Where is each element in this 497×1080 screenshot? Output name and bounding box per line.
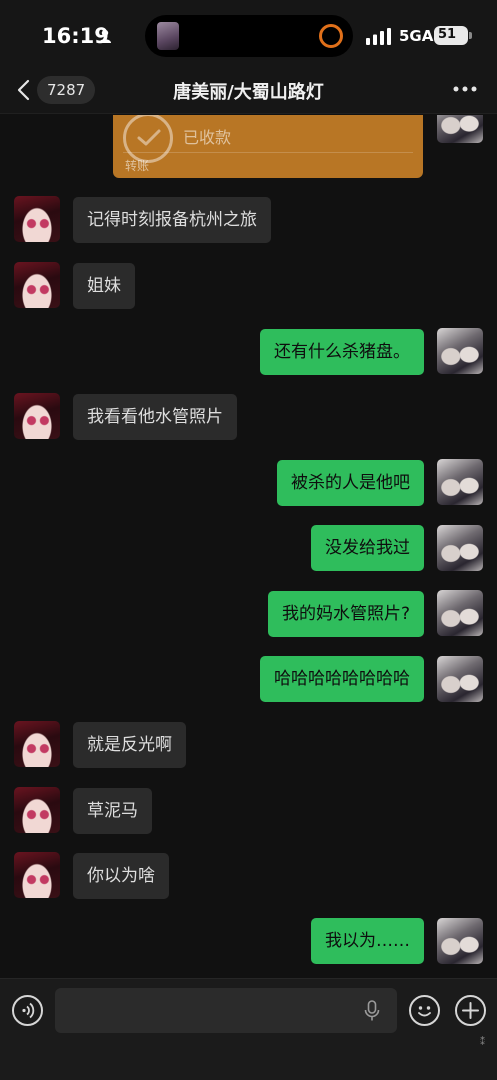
now-playing-thumbnail — [157, 22, 179, 50]
my-avatar[interactable] — [437, 656, 483, 702]
activity-ring-icon — [319, 24, 343, 48]
my-avatar[interactable] — [437, 590, 483, 636]
message-bubble-received[interactable]: 就是反光啊 — [73, 722, 186, 768]
contact-avatar[interactable] — [14, 852, 60, 898]
my-avatar[interactable] — [437, 525, 483, 571]
battery-level: 51 — [437, 27, 457, 42]
mic-icon[interactable] — [364, 1000, 380, 1022]
chat-title: 唐美丽/大蜀山路灯 — [173, 82, 324, 103]
message-bubble-sent[interactable]: 我以为…… — [311, 918, 424, 964]
battery-tip — [469, 32, 472, 39]
message-bubble-sent[interactable]: 我的妈水管照片? — [267, 591, 424, 637]
my-avatar[interactable] — [437, 115, 483, 143]
corner-watermark: ⁑ — [480, 1037, 485, 1048]
message-bubble-sent[interactable]: 被杀的人是他吧 — [277, 460, 424, 506]
emoji-icon[interactable] — [409, 995, 440, 1026]
input-bar: ⁑ — [0, 978, 497, 1080]
divider — [123, 152, 413, 153]
battery-icon: 51 — [434, 26, 468, 45]
message-bubble-sent[interactable]: 哈哈哈哈哈哈哈哈 — [260, 656, 424, 702]
transfer-card[interactable]: 已收款 转账 — [113, 115, 423, 178]
message-input[interactable] — [55, 988, 397, 1033]
signal-icon — [366, 28, 391, 45]
message-bubble-received[interactable]: 草泥马 — [73, 788, 152, 834]
message-bubble-received[interactable]: 你以为啥 — [73, 853, 169, 899]
message-bubble-sent[interactable]: 还有什么杀猪盘。 — [260, 329, 424, 375]
my-avatar[interactable] — [437, 459, 483, 505]
message-list[interactable]: 已收款 转账 记得时刻报备杭州之旅 姐妹 还有什么杀猪盘。 我看看他水管照片 被… — [0, 115, 497, 978]
my-avatar[interactable] — [437, 328, 483, 374]
chat-header: 7287 唐美丽/大蜀山路灯 — [0, 70, 497, 114]
message-bubble-received[interactable]: 我看看他水管照片 — [73, 394, 237, 440]
message-bubble-received[interactable]: 记得时刻报备杭州之旅 — [73, 197, 271, 243]
contact-avatar[interactable] — [14, 393, 60, 439]
contact-avatar[interactable] — [14, 721, 60, 767]
transfer-status: 已收款 — [183, 128, 232, 147]
dynamic-island — [145, 15, 353, 57]
contact-avatar[interactable] — [14, 196, 60, 242]
message-bubble-received[interactable]: 姐妹 — [73, 263, 135, 309]
contact-avatar[interactable] — [14, 262, 60, 308]
transfer-label: 转账 — [125, 159, 150, 173]
more-icon[interactable] — [453, 85, 477, 93]
check-circle-icon — [123, 115, 173, 163]
person-icon — [99, 29, 111, 43]
network-type: 5GA — [399, 27, 434, 45]
message-bubble-sent[interactable]: 没发给我过 — [311, 525, 424, 571]
plus-icon[interactable] — [455, 995, 486, 1026]
my-avatar[interactable] — [437, 918, 483, 964]
voice-icon[interactable] — [12, 995, 43, 1026]
status-bar: 16:19 5GA 51 — [0, 0, 497, 70]
contact-avatar[interactable] — [14, 787, 60, 833]
